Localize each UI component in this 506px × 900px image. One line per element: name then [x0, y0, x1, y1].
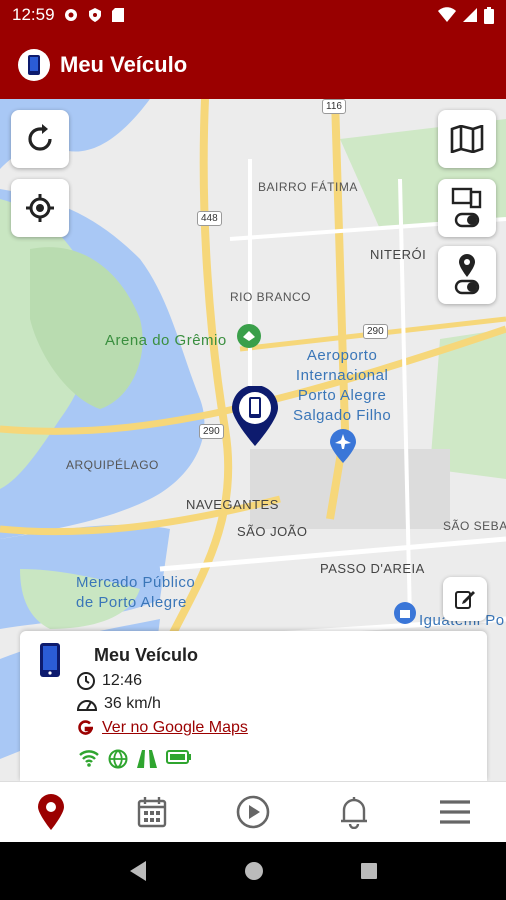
last-update-time: 12:46	[102, 672, 143, 689]
speed-value: 36 km/h	[104, 695, 161, 712]
clock-icon	[77, 672, 95, 690]
last-update-row: 12:46	[76, 671, 142, 691]
traffic-toggle-button[interactable]	[438, 179, 496, 237]
phone-icon	[40, 643, 60, 677]
pin-toggle-button[interactable]	[438, 246, 496, 304]
bell-icon	[341, 797, 368, 829]
clock: 12:59	[12, 5, 55, 24]
play-circle-icon	[236, 795, 270, 829]
map-label-rio-branco: RIO BRANCO	[230, 290, 312, 304]
maps-link-row[interactable]: Ver no Google Maps	[76, 718, 248, 738]
road-shield-116: 116	[322, 99, 346, 114]
system-navigation-bar	[0, 842, 506, 900]
recents-icon[interactable]	[360, 862, 378, 880]
location-pin-icon	[37, 794, 64, 830]
bottom-navigation	[0, 781, 506, 842]
status-bar: 12:59	[0, 0, 506, 30]
vehicle-info-card[interactable]: Meu Veículo 12:46 36 km/h Ver no Google …	[20, 631, 487, 781]
airport-pin-icon	[330, 429, 356, 463]
nav-menu[interactable]	[425, 787, 485, 837]
phone-icon	[18, 48, 50, 81]
speedometer-icon	[76, 700, 98, 711]
crosshair-icon	[26, 194, 54, 222]
vehicle-marker-icon[interactable]	[232, 386, 278, 446]
sd-card-icon	[111, 8, 124, 22]
status-icons	[78, 749, 192, 769]
stadium-pin-icon	[237, 324, 261, 348]
pin-toggle-icon	[454, 254, 480, 295]
shield-icon	[88, 8, 101, 22]
globe-icon	[108, 749, 128, 769]
map-label-sao-joao: SÃO JOÃO	[237, 524, 308, 539]
map-label-arena: Arena do Grêmio	[105, 332, 227, 349]
refresh-button[interactable]	[11, 110, 69, 168]
nav-location[interactable]	[21, 787, 81, 837]
road-shield-290: 290	[363, 324, 388, 339]
vehicle-name: Meu Veículo	[94, 645, 199, 665]
wifi-icon	[79, 750, 99, 767]
calendar-icon	[137, 797, 166, 828]
battery-icon	[166, 750, 191, 764]
speed-row: 36 km/h	[76, 694, 161, 714]
edit-button[interactable]	[443, 577, 487, 621]
map-label-niteroi: NITERÓI	[370, 247, 427, 262]
my-location-button[interactable]	[11, 179, 69, 237]
wifi-icon	[438, 7, 456, 22]
back-icon[interactable]	[128, 860, 148, 882]
map-label-sao-sebast: SÃO SEBAST	[443, 519, 506, 533]
home-icon[interactable]	[244, 861, 264, 881]
map-label-bairro-fatima: BAIRRO FÁTIMA	[258, 180, 358, 194]
refresh-icon	[28, 124, 52, 151]
devices-toggle-icon	[451, 187, 482, 228]
edit-icon	[455, 591, 475, 609]
nav-notifications[interactable]	[324, 787, 384, 837]
signal-icon	[463, 8, 477, 22]
map-label-arquipelago: ARQUIPÉLAGO	[66, 458, 159, 472]
settings-icon	[64, 9, 77, 21]
map-label-mercado: Mercado Público de Porto Alegre	[76, 574, 196, 611]
app-bar: Meu Veículo	[0, 30, 506, 99]
app-title: Meu Veículo	[60, 51, 188, 77]
nav-playback[interactable]	[223, 787, 283, 837]
shopping-pin-icon	[394, 602, 416, 624]
map-label-navegantes: NAVEGANTES	[186, 497, 279, 512]
road-shield-448: 448	[197, 211, 222, 226]
battery-icon	[484, 6, 494, 24]
google-maps-link[interactable]: Ver no Google Maps	[102, 719, 248, 737]
map-label-airport: Aeroporto Internacional Porto Alegre Sal…	[293, 347, 392, 424]
road-icon	[137, 750, 157, 768]
road-shield-290: 290	[199, 424, 224, 439]
google-icon	[78, 720, 94, 735]
map-label-passo-areia: PASSO D'AREIA	[320, 561, 425, 576]
map-icon	[450, 125, 484, 153]
map-type-button[interactable]	[438, 110, 496, 168]
nav-history[interactable]	[122, 787, 182, 837]
hamburger-menu-icon	[440, 800, 471, 824]
